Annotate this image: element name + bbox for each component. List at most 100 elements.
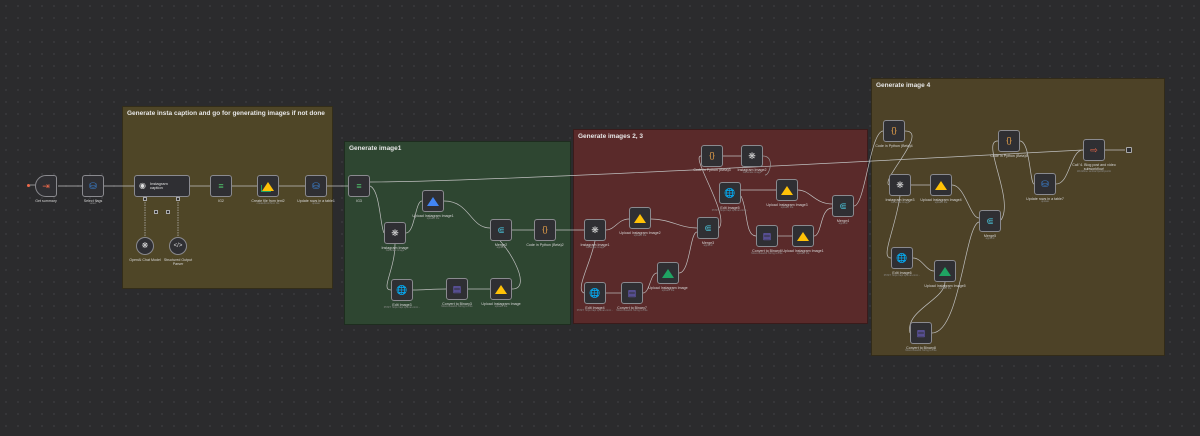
drive-triangle-icon — [634, 213, 646, 223]
arrow-in-icon: ⇥ — [42, 180, 50, 191]
node-label: Instagram Image2 Generate image — [737, 168, 767, 175]
code-in-python-3-node[interactable]: {} — [701, 145, 723, 167]
node-label: Edit Image6 POST: https://api.openai.com/… — [883, 271, 921, 278]
openai-knot-icon: ❋ — [591, 224, 599, 235]
drive-triangle-icon — [495, 284, 507, 294]
merge4-node[interactable]: ⋐ — [832, 195, 854, 217]
upload-instagram-image-g2-node[interactable] — [490, 278, 512, 300]
node-label: Merge5 append — [983, 234, 997, 241]
database-icon: ⛁ — [312, 180, 320, 191]
instagram-image2-node[interactable]: ❋ — [741, 145, 763, 167]
node-label: Structured Output Parser — [163, 258, 193, 267]
merge-icon: ⋐ — [497, 224, 505, 235]
instagram-caption-node[interactable]: ◉ Instagram caption — [134, 175, 190, 197]
merge-icon: ⋐ — [986, 215, 994, 226]
add-node-button[interactable] — [1126, 147, 1132, 153]
wire — [740, 195, 757, 237]
upload-instagram-image-g3-node[interactable] — [657, 262, 679, 284]
update-rows-node[interactable]: ⛁ — [305, 175, 327, 197]
instagram-image-node[interactable]: ❋ — [384, 222, 406, 244]
globe-icon: 🌐 — [724, 187, 736, 198]
wire — [992, 140, 1005, 221]
node-label: Upload Instagram Image upload: file — [648, 286, 688, 293]
parser-port[interactable] — [176, 197, 180, 201]
node-label: Merge4 append — [836, 219, 850, 226]
ig2-node[interactable]: ≡ — [210, 175, 232, 197]
code-in-python-4-node[interactable]: {} — [883, 120, 905, 142]
node-label: Instagram Image1 Generate image — [580, 243, 610, 250]
node-label: IG3 — [356, 199, 362, 203]
drive-triangle-icon — [262, 181, 274, 191]
edit-image5-node[interactable]: 🌐 — [719, 182, 741, 204]
node-label: Upload Instagram Image4 upload: file — [920, 198, 962, 205]
get-summary-node[interactable]: ⇥ — [35, 175, 57, 197]
wire — [369, 185, 385, 234]
structured-output-parser-node[interactable]: </> — [169, 237, 187, 255]
upload-instagram-image5-node[interactable] — [934, 260, 956, 282]
workflow-canvas[interactable]: Generate insta caption and go for genera… — [0, 0, 1200, 436]
instagram-image3-node[interactable]: ❋ — [889, 174, 911, 196]
wire — [853, 130, 884, 207]
node-label: Upload Instagram Image1 upload: file — [782, 249, 824, 256]
node-label: Call '4. Blog post and video subworkflow… — [1072, 163, 1116, 174]
braces-icon: {} — [709, 151, 715, 160]
braces-icon: {} — [1006, 136, 1012, 145]
select-flags-node[interactable]: ⛁ — [82, 175, 104, 197]
wire — [912, 257, 935, 272]
upload-instagram-image1-node[interactable] — [422, 190, 444, 212]
openai-knot-icon: ❋ — [391, 227, 399, 238]
trigger-marker — [27, 184, 30, 187]
node-label: Instagram Image Generate image — [381, 246, 409, 253]
upload-instagram-image1b-node[interactable] — [792, 225, 814, 247]
tool-port[interactable] — [166, 210, 170, 214]
edit-image6-node[interactable]: 🌐 — [891, 247, 913, 269]
braces-icon: {} — [891, 126, 897, 135]
openai-knot-icon: ❋ — [141, 241, 149, 250]
ig3-node[interactable]: ≡ — [348, 175, 370, 197]
edit-image4-node[interactable]: 🌐 — [584, 282, 606, 304]
openai-knot-icon: ❋ — [748, 150, 756, 161]
upload-instagram-image3-node[interactable] — [776, 179, 798, 201]
upload-instagram-image4-node[interactable] — [930, 174, 952, 196]
chat-model-port[interactable] — [143, 197, 147, 201]
code-tag-icon: </> — [173, 243, 183, 249]
openai-chat-model-node[interactable]: ❋ — [136, 237, 154, 255]
node-label: Merge3 append — [701, 241, 715, 248]
node-label: Edit Image3 POST: https://api.openai.com/… — [383, 303, 421, 310]
memory-port[interactable] — [154, 210, 158, 214]
convert-to-binary8-node[interactable]: ▤ — [910, 322, 932, 344]
arrow-right-box-icon: ⇨ — [1090, 144, 1098, 155]
code-in-python-2-node[interactable]: {} — [534, 219, 556, 241]
node-label: Upload Instagram Image1 upload: file — [412, 214, 454, 221]
wire — [369, 149, 1084, 183]
drive-triangle-icon — [781, 185, 793, 195]
convert-to-binary6-node[interactable]: ▤ — [756, 225, 778, 247]
call-blog-subworkflow-node[interactable]: ⇨ — [1083, 139, 1105, 161]
globe-icon: 🌐 — [396, 284, 408, 295]
wire — [650, 218, 698, 229]
merge3-node[interactable]: ⋐ — [697, 217, 719, 239]
merge5-node[interactable]: ⋐ — [979, 210, 1001, 232]
create-file-node[interactable] — [257, 175, 279, 197]
wire — [797, 189, 833, 205]
robot-icon: ◉ — [139, 181, 146, 190]
drive-triangle-icon — [797, 231, 809, 241]
node-label: Convert to Binary8 Move Base64 String to … — [905, 346, 937, 353]
instagram-image1-node[interactable]: ❋ — [584, 219, 606, 241]
code-in-python-5-node[interactable]: {} — [998, 130, 1020, 152]
node-label: Upload Instagram Image upload: file — [481, 302, 521, 309]
merge2-node[interactable]: ⋐ — [490, 219, 512, 241]
drive-triangle-icon — [939, 266, 951, 276]
database-icon: ⛁ — [1041, 178, 1049, 189]
database-icon: ⛁ — [89, 180, 97, 191]
convert-to-binary3-node[interactable]: ▤ — [446, 278, 468, 300]
node-label: Convert to Binary7 Move Base64 String to … — [616, 306, 648, 313]
node-label: Code in Python (Beta)4 — [875, 144, 913, 148]
file-stack-icon: ▤ — [762, 230, 772, 241]
upload-instagram-image2-node[interactable] — [629, 207, 651, 229]
update-rows7-node[interactable]: ⛁ — [1034, 173, 1056, 195]
wire — [678, 231, 698, 274]
connections-layer — [30, 130, 1125, 334]
edit-image3-node[interactable]: 🌐 — [391, 279, 413, 301]
wire — [1019, 140, 1035, 185]
